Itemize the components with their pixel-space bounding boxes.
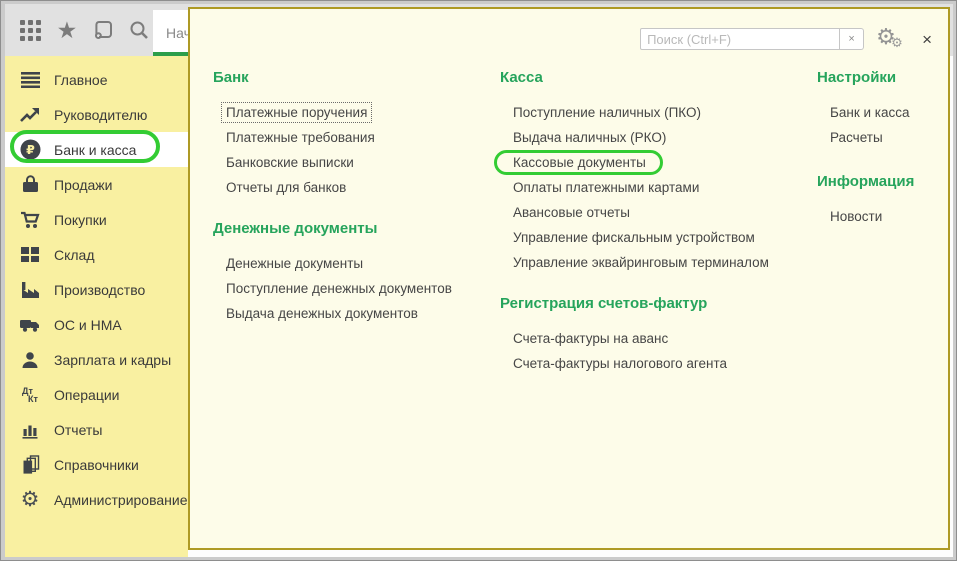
link-platezhnye-trebovaniya[interactable]: Платежные требования	[226, 125, 452, 150]
sidebar-item-label: Администрирование	[54, 492, 188, 508]
section-informaciya: Информация Новости	[817, 173, 914, 229]
link-upravlenie-fiskalnym-ustroystvom[interactable]: Управление фискальным устройством	[513, 225, 769, 250]
sidebar-item-label: Зарплата и кадры	[54, 352, 171, 368]
link-nastroyki-bank-i-kassa[interactable]: Банк и касса	[830, 100, 914, 125]
app-area: ★ Нач	[5, 4, 953, 557]
ruble-circle-icon: ₽	[19, 139, 41, 161]
favorites-star-icon[interactable]: ★	[53, 14, 80, 46]
app-window: ★ Нач	[0, 0, 957, 561]
link-scheta-faktury-na-avans[interactable]: Счета-фактуры на аванс	[513, 326, 769, 351]
section-title: Касса	[500, 69, 769, 87]
history-scroll-icon[interactable]	[90, 14, 117, 46]
link-vydacha-denezhnyh-dokumentov[interactable]: Выдача денежных документов	[226, 301, 452, 326]
sidebar-item-operacii[interactable]: ДтКт Операции	[5, 377, 188, 412]
sidebar-item-zarplata-i-kadry[interactable]: Зарплата и кадры	[5, 342, 188, 377]
link-oplaty-platezhnymi-kartami[interactable]: Оплаты платежными картами	[513, 175, 769, 200]
sidebar-item-label: Руководителю	[54, 107, 147, 123]
section-nastroyki: Настройки Банк и касса Расчеты	[817, 69, 914, 150]
link-otchety-dlya-bankov[interactable]: Отчеты для банков	[226, 175, 452, 200]
section-denezhnye-dokumenty: Денежные документы Денежные документы По…	[213, 220, 452, 326]
sidebar-item-label: ОС и НМА	[54, 317, 122, 333]
sidebar-item-label: Банк и касса	[54, 142, 136, 158]
search-clear-button[interactable]: ×	[840, 28, 864, 50]
link-raschety[interactable]: Расчеты	[830, 125, 914, 150]
cart-icon	[19, 209, 41, 231]
sidebar-item-label: Продажи	[54, 177, 112, 193]
panel-column-bank: Банк Платежные поручения Платежные требо…	[213, 69, 452, 346]
dt-kt-icon: ДтКт	[19, 384, 41, 406]
sidebar-item-label: Покупки	[54, 212, 107, 228]
sidebar-item-label: Операции	[54, 387, 120, 403]
sidebar-item-pokupki[interactable]: Покупки	[5, 202, 188, 237]
panel-column-kassa: Касса Поступление наличных (ПКО) Выдача …	[500, 69, 769, 396]
sidebar-item-glavnoe[interactable]: Главное	[5, 62, 188, 97]
sidebar-item-otchety[interactable]: Отчеты	[5, 412, 188, 447]
bank-i-kassa-panel: × ⚙⚙ × Банк Платежные поручения Платежны…	[188, 7, 950, 550]
trending-up-icon	[19, 104, 41, 126]
sidebar-item-label: Справочники	[54, 457, 139, 473]
link-scheta-faktury-nalogovogo-agenta[interactable]: Счета-фактуры налогового агента	[513, 351, 769, 376]
section-title: Настройки	[817, 69, 914, 87]
section-title: Денежные документы	[213, 220, 452, 238]
section-title: Регистрация счетов-фактур	[500, 295, 769, 313]
factory-icon	[19, 279, 41, 301]
svg-text:₽: ₽	[26, 143, 35, 157]
section-bank: Банк Платежные поручения Платежные требо…	[213, 69, 452, 200]
sidebar-item-proizvodstvo[interactable]: Производство	[5, 272, 188, 307]
sidebar-item-sklad[interactable]: Склад	[5, 237, 188, 272]
warehouse-icon	[19, 244, 41, 266]
close-icon[interactable]: ×	[922, 31, 932, 48]
gear-icon: ⚙	[19, 489, 41, 511]
menu-icon	[19, 69, 41, 91]
link-avansovye-otchety[interactable]: Авансовые отчеты	[513, 200, 769, 225]
search-magnifier-icon[interactable]	[126, 14, 153, 46]
sidebar-item-label: Главное	[54, 72, 108, 88]
section-registraciya-schetov-faktur: Регистрация счетов-фактур Счета-фактуры …	[500, 295, 769, 376]
link-kassovye-dokumenty[interactable]: Кассовые документы	[513, 150, 769, 175]
link-vydacha-nalichnyh-rko[interactable]: Выдача наличных (РКО)	[513, 125, 769, 150]
sidebar-item-rukovoditelyu[interactable]: Руководителю	[5, 97, 188, 132]
apps-grid-icon[interactable]	[17, 14, 44, 46]
panel-column-nastroyki: Настройки Банк и касса Расчеты Информаци…	[817, 69, 914, 249]
sidebar-item-prodazhi[interactable]: Продажи	[5, 167, 188, 202]
link-upravlenie-ekvayringovym-terminalom[interactable]: Управление эквайринговым терминалом	[513, 250, 769, 275]
sidebar-item-bank-i-kassa[interactable]: ₽ Банк и касса	[5, 132, 188, 167]
link-bankovskie-vypiski[interactable]: Банковские выписки	[226, 150, 452, 175]
bar-chart-icon	[19, 419, 41, 441]
link-platezhnye-porucheniya[interactable]: Платежные поручения	[226, 100, 452, 125]
sidebar-item-label: Склад	[54, 247, 95, 263]
link-denezhnye-dokumenty[interactable]: Денежные документы	[226, 251, 452, 276]
panel-top-controls: × ⚙⚙ ×	[640, 25, 932, 53]
toolbar-icons: ★	[5, 4, 153, 56]
sidebar-item-label: Производство	[54, 282, 145, 298]
sidebar-item-administrirovanie[interactable]: ⚙ Администрирование	[5, 482, 188, 517]
search-input[interactable]	[640, 28, 840, 50]
sidebar-item-os-i-nma[interactable]: ОС и НМА	[5, 307, 188, 342]
books-icon	[19, 454, 41, 476]
section-sidebar: Главное Руководителю ₽ Банк и касса Прод…	[5, 56, 188, 557]
truck-icon	[19, 314, 41, 336]
link-postuplenie-nalichnyh-pko[interactable]: Поступление наличных (ПКО)	[513, 100, 769, 125]
link-postuplenie-denezhnyh-dokumentov[interactable]: Поступление денежных документов	[226, 276, 452, 301]
sidebar-item-spravochniki[interactable]: Справочники	[5, 447, 188, 482]
section-kassa: Касса Поступление наличных (ПКО) Выдача …	[500, 69, 769, 275]
section-title: Информация	[817, 173, 914, 191]
shopping-bag-icon	[19, 174, 41, 196]
section-title: Банк	[213, 69, 452, 87]
sidebar-item-label: Отчеты	[54, 422, 102, 438]
search-box: ×	[640, 28, 864, 50]
link-novosti[interactable]: Новости	[830, 204, 914, 229]
person-icon	[19, 349, 41, 371]
settings-gears-icon[interactable]: ⚙⚙	[876, 25, 908, 53]
